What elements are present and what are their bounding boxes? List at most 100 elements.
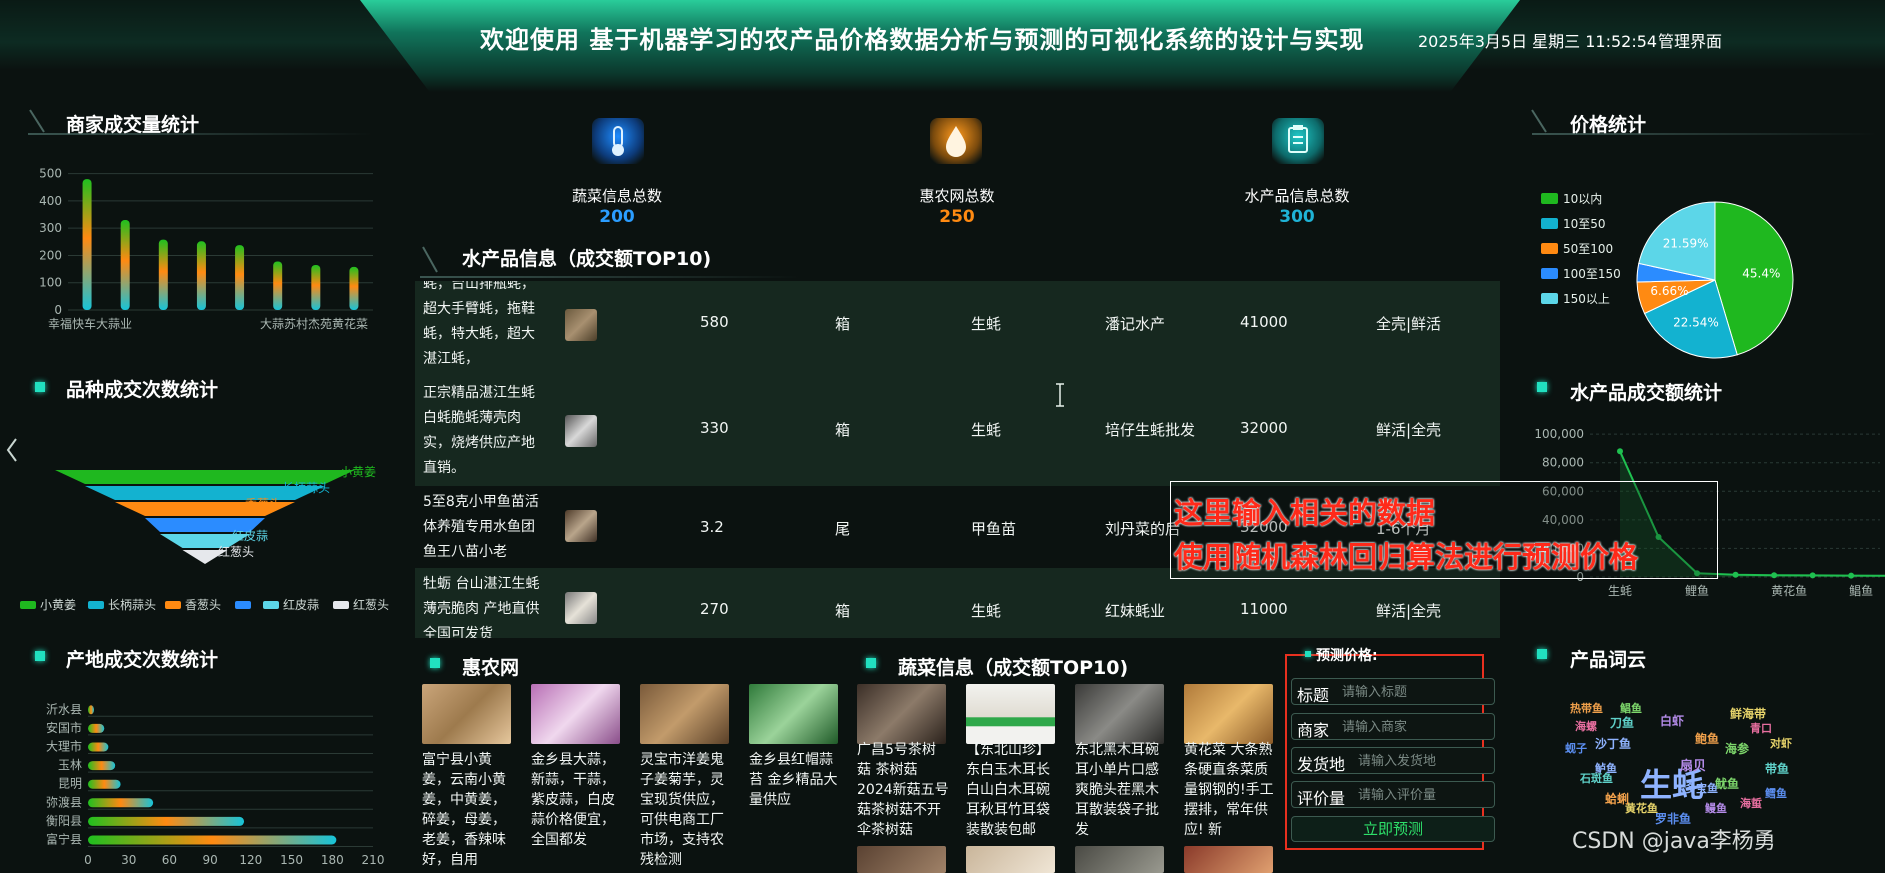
amount-cell: 41000: [1240, 313, 1288, 331]
pie-label: 45.4%: [1742, 266, 1780, 280]
wordcloud-word: 沙丁鱼: [1595, 737, 1632, 751]
field-label: 标题: [1297, 686, 1330, 705]
product-image[interactable]: [1184, 846, 1273, 873]
y-tick-label: 安国市: [46, 720, 82, 735]
x-tick-label: 60: [162, 853, 177, 867]
unit-cell: 箱: [835, 602, 851, 620]
merchant-input[interactable]: [1342, 716, 1490, 738]
field-label: 商家: [1297, 721, 1330, 740]
product-image[interactable]: [749, 684, 838, 744]
review-count-input[interactable]: [1358, 784, 1492, 806]
text-cursor-icon: [1053, 382, 1067, 408]
vegetable-top-title: 蔬菜信息（成交额TOP10): [898, 657, 1129, 679]
admin-link[interactable]: 管理界面: [1658, 28, 1722, 52]
funnel-label: 小黄姜: [340, 465, 376, 479]
chevron-left-icon[interactable]: [4, 436, 20, 464]
product-card-text[interactable]: 黄花菜 大条熟条硬直条菜质量钢钢的!手工摆排，常年供应! 新: [1184, 740, 1276, 840]
legend-swatch: [333, 601, 349, 609]
pie-label: 6.66%: [1650, 284, 1688, 298]
origin-input[interactable]: [1358, 750, 1492, 772]
x-tick-label: 120: [239, 853, 262, 867]
merchant-chart-title: 商家成交量统计: [66, 114, 200, 136]
y-tick-label: 昆明: [58, 777, 82, 791]
product-card-text[interactable]: 广昌5号茶树菇 茶树菇 2024新菇五号菇茶树菇不开伞茶树菇: [857, 740, 949, 840]
x-tick-label: 210: [362, 853, 385, 867]
price-chart-title: 价格统计: [1570, 114, 1647, 136]
product-image[interactable]: [857, 684, 946, 744]
section-divider: [420, 276, 800, 278]
product-image[interactable]: [640, 684, 729, 744]
x-tick-label: 黄花鱼: [1771, 583, 1807, 598]
x-tick-label: 0: [84, 853, 92, 867]
product-name: 牡蛎 台山湛江生蚝薄壳脆肉 产地直供全国可发货: [423, 576, 540, 638]
y-tick-label: 沂水县: [46, 702, 82, 716]
y-tick-label: 400: [39, 194, 62, 208]
funnel-label: 红皮蒜: [232, 528, 268, 543]
bar: [235, 245, 245, 310]
annotation-line-2: 使用随机森林回归算法进行预测价格: [1174, 540, 1639, 574]
product-card-text[interactable]: 金乡县红帽蒜苔 金乡精品大量供应: [749, 750, 841, 810]
x-tick-label: 生蚝: [1608, 584, 1632, 598]
table-row[interactable]: 蚝，台山排瓶蚝，超大手臂蚝，拖鞋蚝，特大蚝，超大湛江蚝， 580 箱 生蚝 潘记…: [415, 281, 1500, 376]
wordcloud-word: 海螺: [1575, 720, 1597, 733]
x-tick-label: 150: [280, 853, 303, 867]
product-image[interactable]: [422, 684, 511, 744]
origin-field: 发货地: [1291, 747, 1495, 774]
variety-funnel-chart: 小黄姜长柄蒜头香葱头红皮蒜红葱头小黄姜 长柄蒜头 香葱头 红皮蒜 红葱头: [20, 465, 389, 612]
thermometer-icon: [592, 118, 644, 164]
product-image[interactable]: [531, 684, 620, 744]
pie-label: 22.54%: [1673, 316, 1719, 330]
product-card-text[interactable]: 灵宝市洋姜鬼子姜菊芋，灵宝现货供应，可供电商工厂市场，支持农残检测: [640, 750, 732, 870]
legend-swatch: [1541, 293, 1558, 304]
variety-chart-title: 品种成交次数统计: [66, 379, 219, 401]
product-image[interactable]: [966, 846, 1055, 873]
stat-aquatic-label: 水产品信息总数: [1244, 187, 1350, 205]
title-input[interactable]: [1342, 681, 1490, 703]
predict-button[interactable]: 立即预测: [1291, 816, 1495, 842]
product-thumbnail: [565, 415, 597, 447]
pie-label: 21.59%: [1663, 237, 1709, 251]
legend-label: 长柄蒜头: [108, 598, 156, 612]
product-card-text[interactable]: 金乡县大蒜，新蒜，干蒜，紫皮蒜，白皮蒜价格便宜，全国都发: [531, 750, 623, 850]
wordcloud-word: 对虾: [1770, 737, 1792, 750]
wordcloud-word: 白虾: [1660, 714, 1685, 728]
aquatic-table: 蚝，台山排瓶蚝，超大手臂蚝，拖鞋蚝，特大蚝，超大湛江蚝， 580 箱 生蚝 潘记…: [415, 281, 1500, 638]
seller-cell: 刘丹菜的后: [1105, 520, 1181, 538]
legend-label: 香葱头: [185, 598, 221, 612]
product-image[interactable]: [1184, 684, 1273, 744]
product-card-text[interactable]: 【东北山珍】东白玉木耳长白山白木耳碗耳秋耳竹耳袋装散装包邮: [966, 740, 1058, 840]
product-name: 正宗精品湛江生蚝白蚝脆蚝薄壳肉实，烧烤供应产地直销。: [423, 385, 535, 476]
wordcloud-word: 黄花鱼: [1625, 802, 1658, 815]
review-count-field: 评价量: [1291, 781, 1495, 808]
product-image[interactable]: [1075, 846, 1164, 873]
amount-cell: 32000: [1240, 419, 1288, 437]
x-tick-label: 90: [203, 853, 218, 867]
x-tick-label: 30: [121, 853, 136, 867]
product-image[interactable]: [966, 684, 1055, 744]
line-point: [1848, 572, 1855, 579]
stat-huinong-label: 惠农网总数: [919, 187, 995, 205]
bar: [82, 179, 92, 310]
bar: [349, 266, 359, 310]
legend-label: 10以内: [1563, 192, 1603, 206]
product-image[interactable]: [1075, 684, 1164, 744]
product-image[interactable]: [857, 846, 946, 873]
product-thumbnail: [565, 510, 597, 542]
line-point: [1809, 572, 1816, 579]
wordcloud-word: 海参: [1725, 742, 1750, 756]
seller-cell: 红妹蚝业: [1105, 602, 1166, 620]
origin-chart-title: 产地成交次数统计: [66, 649, 219, 671]
bar: [88, 742, 109, 752]
clipboard-icon: [1272, 118, 1324, 164]
price-cell: 580: [700, 313, 729, 331]
product-card-text[interactable]: 富宁县小黄姜，云南小黄姜，中黄姜，碎姜，母姜，老姜，香辣味好，自用: [422, 750, 514, 870]
y-tick-label: 大理市: [46, 739, 82, 754]
merchant-bar-chart: 0 100 200 300 400 500 幸福快车大蒜业 大蒜苏村杰苑黄花菜: [39, 167, 373, 331]
x-tick-label: 大蒜苏村杰苑黄花菜: [260, 316, 368, 331]
table-row[interactable]: 正宗精品湛江生蚝白蚝脆蚝薄壳肉实，烧烤供应产地直销。 330 箱 生蚝 培仔生蚝…: [415, 376, 1500, 486]
merchant-field: 商家: [1291, 713, 1495, 740]
legend-swatch: [235, 601, 251, 609]
unit-cell: 箱: [835, 421, 851, 439]
product-card-text[interactable]: 东北黑木耳碗耳小单片口感爽脆头茬黑木耳散装袋子批发: [1075, 740, 1167, 840]
funnel-label: 红葱头: [218, 544, 254, 559]
